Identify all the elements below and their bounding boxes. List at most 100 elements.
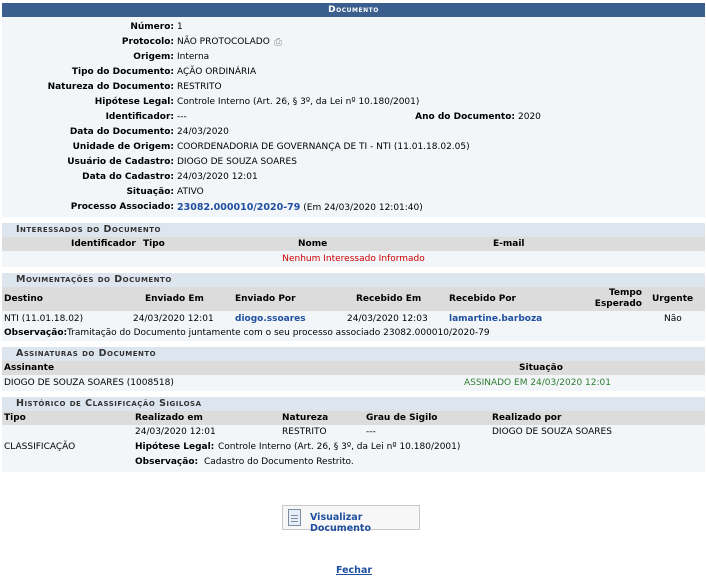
field-data-documento: Data do Documento: 24/03/2020	[2, 125, 705, 140]
col-situacao: Situação	[519, 363, 563, 373]
field-natureza: Natureza do Documento: RESTRITO	[2, 80, 705, 95]
urgente-value: Não	[664, 314, 682, 324]
realizado-por-value: DIOGO DE SOUZA SOARES	[492, 427, 612, 437]
recebido-em-value: 24/03/2020 12:03	[347, 314, 428, 324]
field-label: Situação:	[126, 187, 174, 197]
observacao-label: Observação:	[135, 457, 199, 467]
field-label: Data do Documento:	[69, 127, 174, 137]
field-value: 1	[177, 22, 183, 32]
col-identificador: Identificador	[71, 239, 136, 249]
visualizar-documento-label: Visualizar Documento	[310, 512, 371, 534]
col-tipo: Tipo	[4, 413, 26, 423]
field-value: Controle Interno (Art. 26, § 3º, da Lei …	[177, 97, 420, 107]
field-label: Hipótese Legal:	[94, 97, 174, 107]
section-assinaturas: Assinaturas do Documento	[2, 347, 705, 361]
realizado-em-value: 24/03/2020 12:01	[135, 427, 216, 437]
natureza-value: RESTRITO	[282, 427, 327, 437]
assinaturas-header: Assinante Situação	[2, 361, 705, 375]
field-unidade: Unidade de Origem: COORDENADORIA DE GOVE…	[2, 140, 705, 155]
processo-extra: (Em 24/03/2020 12:01:40)	[303, 203, 423, 213]
field-usuario: Usuário de Cadastro: DIOGO DE SOUZA SOAR…	[2, 155, 705, 170]
field-protocolo: Protocolo: NÃO PROTOCOLADO ⎙	[2, 35, 705, 50]
field-hipotese: Hipótese Legal: Controle Interno (Art. 2…	[2, 95, 705, 110]
field-value: RESTRITO	[177, 82, 222, 92]
processo-wrap: 23082.000010/2020-79 (Em 24/03/2020 12:0…	[177, 200, 423, 216]
ano-label: Ano do Documento:	[415, 112, 515, 122]
col-recebido-por: Recebido Por	[449, 294, 516, 304]
movimentacoes-header: Destino Enviado Em Enviado Por Recebido …	[2, 287, 705, 311]
hipotese-value: Controle Interno (Art. 26, § 3º, da Lei …	[218, 442, 461, 452]
field-label: Origem:	[133, 52, 174, 62]
tipo-value: CLASSIFICAÇÃO	[4, 442, 76, 452]
document-icon	[288, 509, 301, 526]
field-value: 24/03/2020	[177, 127, 229, 137]
col-recebido-em: Recebido Em	[356, 294, 422, 304]
section-historico: Histórico de Classificação Sigilosa	[2, 397, 705, 411]
field-tipo: Tipo do Documento: AÇÃO ORDINÁRIA	[2, 65, 705, 80]
field-label: Tipo do Documento:	[71, 67, 174, 77]
field-label: Processo Associado:	[70, 202, 174, 212]
col-destino: Destino	[4, 294, 43, 304]
field-label: Natureza do Documento:	[47, 82, 174, 92]
search-icon[interactable]: ⎙	[274, 35, 282, 50]
hipotese-label: Hipótese Legal:	[135, 442, 215, 452]
movimentacao-row: NTI (11.01.18.02) 24/03/2020 12:01 diogo…	[2, 311, 705, 341]
field-value: ATIVO	[177, 187, 204, 197]
destino-value: NTI (11.01.18.02)	[4, 314, 84, 324]
field-label: Usuário de Cadastro:	[67, 157, 174, 167]
field-identificador: Identificador: --- Ano do Documento: 202…	[2, 110, 705, 125]
observacao-label: Observação:	[4, 328, 68, 338]
historico-header: Tipo Realizado em Natureza Grau de Sigil…	[2, 411, 705, 425]
recebido-por-link[interactable]: lamartine.barboza	[449, 314, 542, 324]
interessados-empty-row: Nenhum Interessado Informado	[2, 251, 705, 267]
field-label: Identificador:	[105, 112, 174, 122]
field-value: NÃO PROTOCOLADO	[177, 37, 270, 47]
ano-value: 2020	[518, 112, 541, 122]
field-label: Protocolo:	[121, 37, 174, 47]
field-label: Número:	[130, 22, 174, 32]
col-realizado-por: Realizado por	[492, 413, 562, 423]
panel-title: Documento	[2, 3, 705, 17]
assinatura-row: DIOGO DE SOUZA SOARES (1008518) ASSINADO…	[2, 375, 705, 391]
field-value: COORDENADORIA DE GOVERNANÇA DE TI - NTI …	[177, 142, 470, 152]
fechar-link[interactable]: Fechar	[336, 565, 372, 576]
visualizar-documento-button[interactable]: Visualizar Documento	[282, 505, 420, 534]
col-natureza: Natureza	[282, 413, 329, 423]
assinante-value: DIOGO DE SOUZA SOARES (1008518)	[4, 378, 174, 388]
col-urgente: Urgente	[652, 294, 694, 304]
field-value: Interna	[177, 52, 210, 62]
field-numero: Número: 1	[2, 20, 705, 35]
col-tempo: Tempo Esperado	[594, 288, 642, 309]
col-realizado-em: Realizado em	[135, 413, 203, 423]
col-enviado-em: Enviado Em	[145, 294, 204, 304]
processo-link[interactable]: 23082.000010/2020-79	[177, 202, 300, 213]
observacao-value: Cadastro do Documento Restrito.	[204, 457, 354, 467]
field-data-cadastro: Data do Cadastro: 24/03/2020 12:01	[2, 170, 705, 185]
assinatura-status: ASSINADO EM 24/03/2020 12:01	[464, 378, 611, 388]
field-processo: Processo Associado: 23082.000010/2020-79…	[2, 200, 705, 215]
enviado-por-link[interactable]: diogo.ssoares	[235, 314, 306, 324]
grau-value: ---	[366, 427, 376, 437]
col-assinante: Assinante	[4, 363, 55, 373]
col-tipo: Tipo	[143, 239, 165, 249]
col-nome: Nome	[298, 239, 328, 249]
col-email: E-mail	[493, 239, 525, 249]
field-value: DIOGO DE SOUZA SOARES	[177, 157, 297, 167]
empty-message: Nenhum Interessado Informado	[282, 254, 425, 264]
field-situacao: Situação: ATIVO	[2, 185, 705, 200]
field-value: ---	[177, 112, 187, 122]
observacao-value: Tramitação do Documento juntamente com o…	[67, 328, 490, 338]
section-interessados: Interessados do Documento	[2, 223, 705, 237]
field-value: AÇÃO ORDINÁRIA	[177, 67, 257, 77]
document-info: Número: 1 Protocolo: NÃO PROTOCOLADO ⎙ O…	[2, 17, 705, 217]
enviado-em-value: 24/03/2020 12:01	[133, 314, 214, 324]
field-origem: Origem: Interna	[2, 50, 705, 65]
document-panel: Documento Número: 1 Protocolo: NÃO PROTO…	[2, 3, 705, 472]
col-grau-sigilo: Grau de Sigilo	[366, 413, 438, 423]
col-enviado-por: Enviado Por	[235, 294, 296, 304]
section-movimentacoes: Movimentações do Documento	[2, 273, 705, 287]
interessados-header: Identificador Tipo Nome E-mail	[2, 237, 705, 251]
field-value: 24/03/2020 12:01	[177, 172, 258, 182]
historico-row: CLASSIFICAÇÃO 24/03/2020 12:01 RESTRITO …	[2, 425, 705, 472]
field-label: Unidade de Origem:	[72, 142, 174, 152]
